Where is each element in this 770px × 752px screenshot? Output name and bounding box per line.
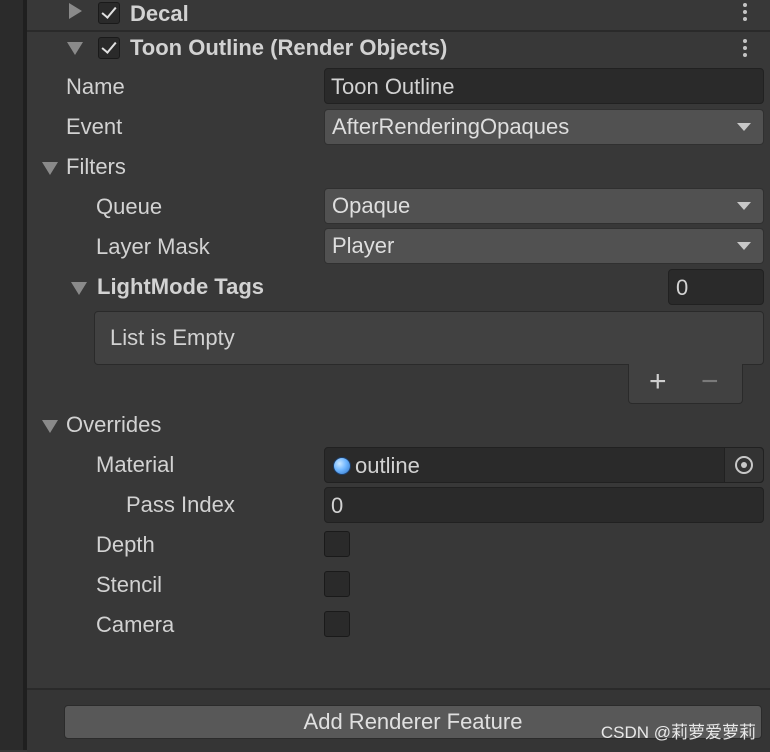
- chevron-down-icon: [737, 202, 751, 210]
- material-icon: [333, 457, 351, 475]
- layer-mask-label: Layer Mask: [96, 234, 210, 259]
- event-dropdown-value: AfterRenderingOpaques: [332, 114, 570, 139]
- queue-dropdown-value: Opaque: [332, 193, 411, 218]
- decal-feature-label: Decal: [130, 1, 189, 26]
- collapse-arrow-icon[interactable]: [67, 42, 83, 55]
- left-panel-strip: [0, 0, 23, 750]
- pass-index-label: Pass Index: [126, 492, 235, 517]
- feature-title: Toon Outline (Render Objects): [130, 35, 448, 60]
- watermark: CSDN @莉萝爱萝莉: [600, 723, 756, 742]
- overrides-section-title[interactable]: Overrides: [66, 411, 161, 439]
- object-picker-button[interactable]: [724, 448, 763, 482]
- camera-label: Camera: [96, 612, 175, 637]
- material-value: outline: [355, 453, 420, 478]
- pass-index-field[interactable]: 0: [324, 487, 764, 523]
- list-empty-text: List is Empty: [110, 325, 235, 350]
- name-field[interactable]: Toon Outline: [324, 68, 764, 104]
- lightmode-tags-count-field[interactable]: 0: [668, 269, 764, 305]
- stencil-label: Stencil: [96, 572, 163, 597]
- event-dropdown[interactable]: AfterRenderingOpaques: [324, 109, 764, 145]
- depth-checkbox[interactable]: [324, 531, 350, 557]
- list-footer: + −: [628, 364, 743, 404]
- chevron-down-icon: [737, 123, 751, 131]
- chevron-down-icon: [737, 242, 751, 250]
- filters-collapse-arrow-icon[interactable]: [42, 162, 58, 175]
- layer-mask-dropdown[interactable]: Player: [324, 228, 764, 264]
- feature-menu-icon[interactable]: [743, 39, 749, 60]
- material-object-field[interactable]: outline: [324, 447, 764, 483]
- filters-section-title[interactable]: Filters: [66, 153, 126, 181]
- add-icon[interactable]: +: [649, 367, 667, 397]
- depth-label: Depth: [96, 532, 155, 557]
- toon-outline-enabled-checkbox[interactable]: [98, 37, 120, 59]
- event-label: Event: [66, 114, 123, 139]
- camera-checkbox[interactable]: [324, 611, 350, 637]
- material-label: Material: [96, 452, 175, 477]
- lightmode-collapse-arrow-icon[interactable]: [71, 282, 87, 295]
- queue-label: Queue: [96, 194, 163, 219]
- remove-icon[interactable]: −: [701, 367, 719, 397]
- decal-menu-icon[interactable]: [743, 3, 749, 24]
- layer-mask-dropdown-value: Player: [332, 233, 395, 258]
- lightmode-tags-list: List is Empty: [94, 311, 764, 365]
- decal-enabled-checkbox[interactable]: [98, 2, 120, 24]
- name-label: Name: [66, 74, 125, 99]
- queue-dropdown[interactable]: Opaque: [324, 188, 764, 224]
- expand-arrow-icon[interactable]: [69, 3, 82, 19]
- divider: [27, 30, 770, 32]
- overrides-collapse-arrow-icon[interactable]: [42, 420, 58, 433]
- stencil-checkbox[interactable]: [324, 571, 350, 597]
- lightmode-tags-label[interactable]: LightMode Tags: [97, 273, 264, 301]
